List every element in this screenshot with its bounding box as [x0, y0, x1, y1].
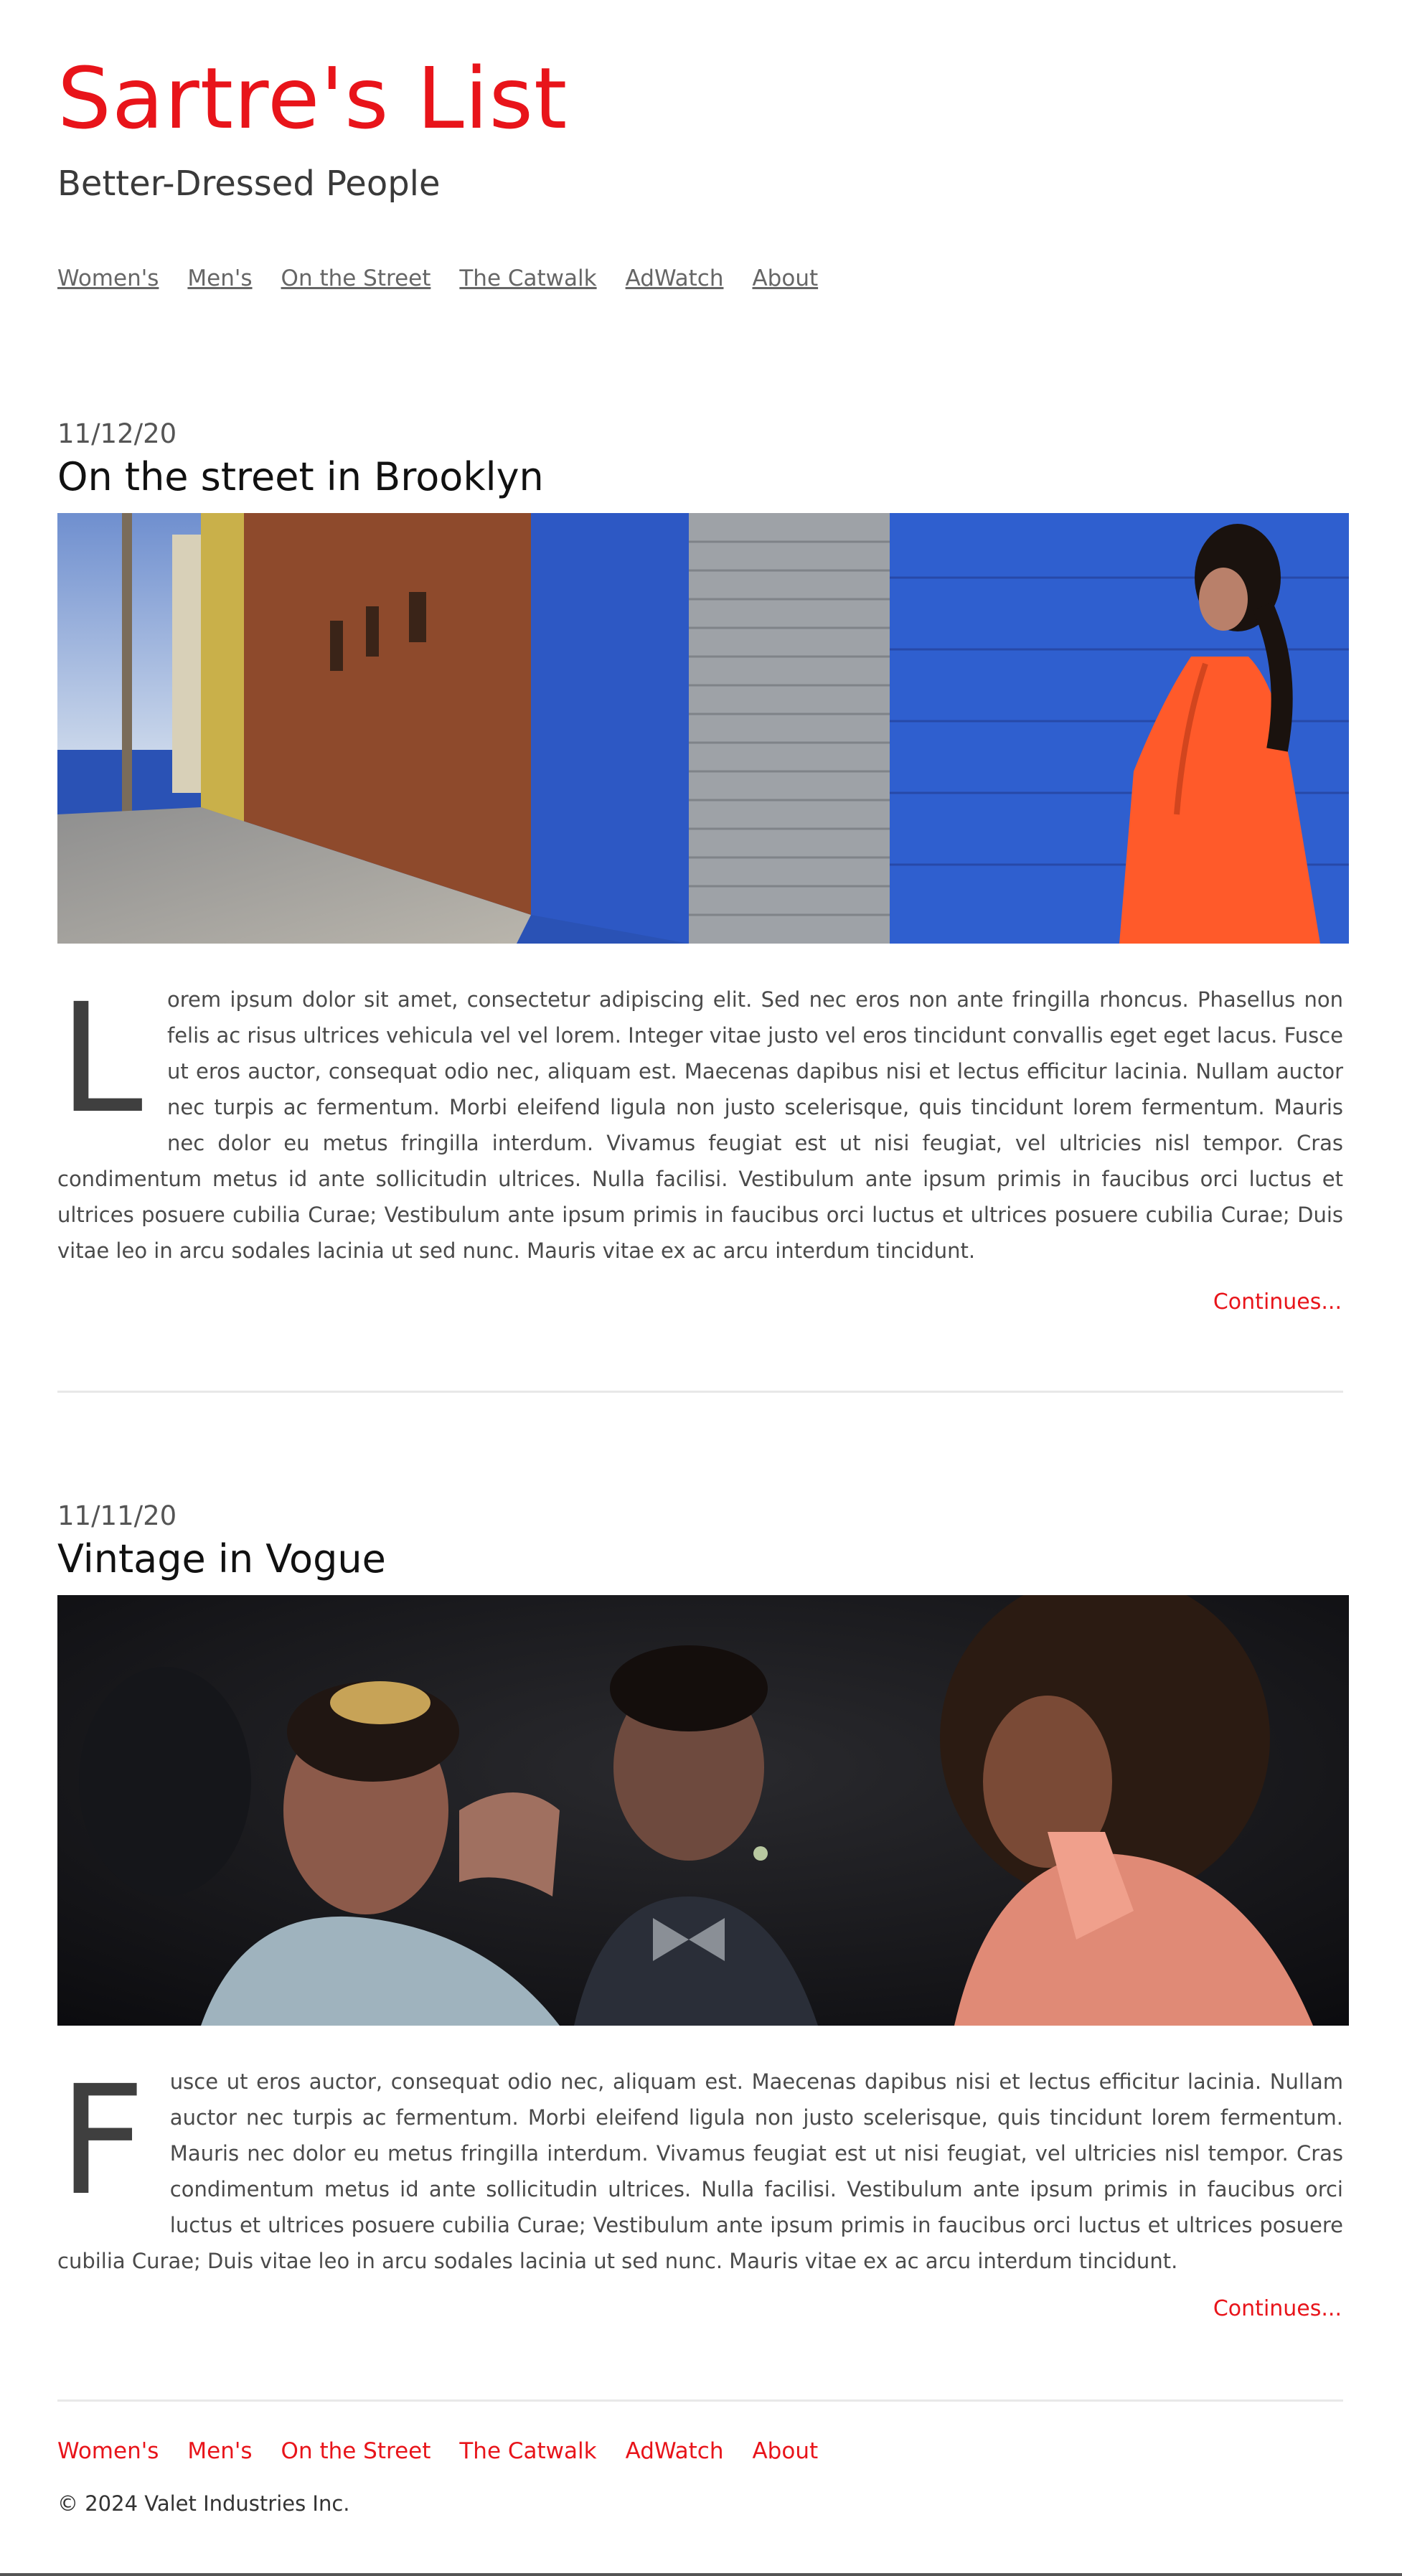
site-title[interactable]: Sartre's List	[57, 56, 568, 141]
nav-item-the-catwalk[interactable]: The Catwalk	[459, 265, 596, 291]
dropcap: F	[59, 2053, 146, 2229]
copyright: © 2024 Valet Industries Inc.	[57, 2491, 350, 2516]
footer-nav-item-on-the-street[interactable]: On the Street	[281, 2438, 431, 2464]
post-date: 11/11/20	[57, 1500, 177, 1531]
continues-link[interactable]: Continues...	[1213, 2296, 1342, 2321]
site-tagline: Better-Dressed People	[57, 164, 441, 204]
nav-item-on-the-street[interactable]: On the Street	[281, 265, 431, 291]
footer-divider	[57, 2399, 1343, 2402]
nav-item-womens[interactable]: Women's	[57, 265, 159, 291]
post-title[interactable]: On the street in Brooklyn	[57, 454, 544, 499]
footer-nav-item-adwatch[interactable]: AdWatch	[626, 2438, 724, 2464]
footer-nav-item-mens[interactable]: Men's	[187, 2438, 252, 2464]
photo-three-people-night	[57, 1595, 1349, 2026]
dropcap: L	[59, 971, 143, 1147]
nav-item-adwatch[interactable]: AdWatch	[626, 265, 724, 291]
post-title[interactable]: Vintage in Vogue	[57, 1536, 386, 1581]
continues-link[interactable]: Continues...	[1213, 1289, 1342, 1315]
footer-nav-item-the-catwalk[interactable]: The Catwalk	[459, 2438, 596, 2464]
footer-nav-item-womens[interactable]: Women's	[57, 2438, 159, 2464]
post-image[interactable]	[57, 1595, 1349, 2026]
main-nav: Women's Men's On the Street The Catwalk …	[57, 265, 818, 291]
footer-nav: Women's Men's On the Street The Catwalk …	[57, 2438, 818, 2464]
post-image[interactable]	[57, 513, 1349, 944]
nav-item-about[interactable]: About	[752, 265, 818, 291]
nav-item-mens[interactable]: Men's	[187, 265, 252, 291]
footer-nav-item-about[interactable]: About	[752, 2438, 818, 2464]
post-divider	[57, 1391, 1343, 1393]
post-excerpt-text: orem ipsum dolor sit amet, consectetur a…	[57, 987, 1343, 1263]
post-date: 11/12/20	[57, 418, 177, 449]
post-excerpt: Lorem ipsum dolor sit amet, consectetur …	[57, 982, 1343, 1269]
post-excerpt: Fusce ut eros auctor, consequat odio nec…	[57, 2064, 1343, 2279]
bottom-edge-line	[0, 2573, 1402, 2576]
post-excerpt-text: usce ut eros auctor, consequat odio nec,…	[57, 2069, 1343, 2273]
photo-woman-red-dress-blue-wall	[57, 513, 1349, 944]
